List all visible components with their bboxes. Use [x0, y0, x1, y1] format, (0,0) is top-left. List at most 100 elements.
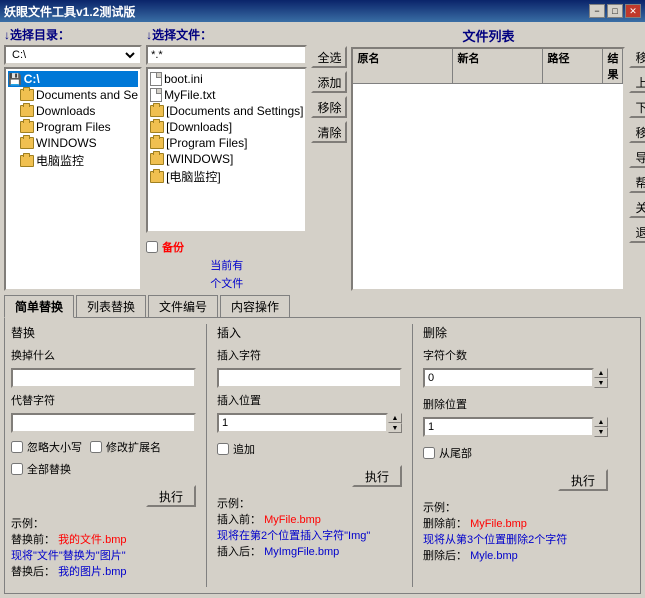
folder-icon — [20, 121, 34, 133]
dir-tree[interactable]: 💾 C:\ Documents and Se Downloads Program… — [4, 67, 142, 291]
file-panel-header: ↓选择文件： — [146, 26, 307, 43]
tab-content-op[interactable]: 内容操作 — [220, 295, 290, 318]
folder-icon — [150, 153, 164, 165]
delete-pos-spinbox[interactable]: ▲ ▼ — [423, 417, 608, 437]
backup-label: 备份 — [162, 239, 184, 255]
delete-count-spinbox[interactable]: ▲ ▼ — [423, 368, 608, 388]
folder-icon — [150, 171, 164, 183]
help-button[interactable]: 帮助 — [629, 171, 645, 193]
delete-count-up-btn[interactable]: ▲ — [594, 368, 608, 378]
minimize-button[interactable]: − — [589, 4, 605, 18]
delete-pos-down-btn[interactable]: ▼ — [594, 427, 608, 437]
select-all-button[interactable]: 全选 — [311, 46, 347, 68]
file-filter-input[interactable] — [146, 45, 307, 65]
all-replace-row[interactable]: 全部替换 — [11, 461, 196, 477]
append-row[interactable]: 追加 — [217, 441, 402, 457]
col-header-path: 路径 — [543, 49, 603, 83]
export-button[interactable]: 导出 — [629, 146, 645, 168]
all-replace-checkbox[interactable] — [11, 463, 23, 475]
dir-item-jdianjiankong[interactable]: 电脑监控 — [8, 151, 138, 170]
replace-what-input[interactable] — [11, 368, 196, 388]
delete-count-label: 字符个数 — [423, 347, 608, 363]
dir-item-program-files[interactable]: Program Files — [8, 119, 138, 135]
delete-count-input[interactable] — [423, 368, 594, 388]
delete-pos-label: 删除位置 — [423, 396, 608, 412]
folder-icon — [20, 89, 34, 101]
from-end-label: 从尾部 — [439, 445, 472, 461]
append-checkbox[interactable] — [217, 443, 229, 455]
file-item-downloads-folder[interactable]: [Downloads] — [150, 119, 303, 135]
tab-list-replace[interactable]: 列表替换 — [76, 295, 146, 318]
tab-simple-replace[interactable]: 简单替换 — [4, 295, 74, 318]
delete-section: 删除 字符个数 ▲ ▼ 删除位置 ▲ ▼ — [423, 324, 608, 587]
backup-checkbox[interactable] — [146, 241, 158, 253]
about-button[interactable]: 关于 — [629, 196, 645, 218]
replace-section: 替换 换掉什么 代替字符 忽略大小写 修改扩展名 — [11, 324, 196, 587]
drive-dropdown[interactable]: C:\ — [8, 48, 138, 62]
replace-with-input[interactable] — [11, 413, 196, 433]
file-item-bootini[interactable]: boot.ini — [150, 71, 303, 87]
dir-item-windows[interactable]: WINDOWS — [8, 135, 138, 151]
file-icon — [150, 88, 162, 102]
from-end-row[interactable]: 从尾部 — [423, 445, 608, 461]
add-button[interactable]: 添加 — [311, 71, 347, 93]
tab-content-area: 替换 换掉什么 代替字符 忽略大小写 修改扩展名 — [4, 317, 641, 594]
folder-icon — [20, 155, 34, 167]
move-up-button[interactable]: 上移 — [629, 71, 645, 93]
delete-count-down-btn[interactable]: ▼ — [594, 378, 608, 388]
insert-pos-down-btn[interactable]: ▼ — [388, 423, 402, 433]
folder-icon — [20, 105, 34, 117]
remove-button[interactable]: 移除 — [311, 96, 347, 118]
delete-exec-button[interactable]: 执行 — [558, 469, 608, 491]
file-item-myfile[interactable]: MyFile.txt — [150, 87, 303, 103]
exit-button[interactable]: 退出 — [629, 221, 645, 243]
file-table: 原名 新名 路径 结果 — [351, 47, 625, 291]
dir-item-root[interactable]: 💾 C:\ — [8, 71, 138, 87]
insert-char-label: 插入字符 — [217, 347, 402, 363]
modify-ext-row[interactable]: 修改扩展名 — [90, 439, 161, 455]
insert-exec-button[interactable]: 执行 — [352, 465, 402, 487]
append-label: 追加 — [233, 441, 255, 457]
move-down-button[interactable]: 下移 — [629, 96, 645, 118]
dir-item-downloads[interactable]: Downloads — [8, 103, 138, 119]
maximize-button[interactable]: □ — [607, 4, 623, 18]
folder-icon — [150, 105, 164, 117]
tab-file-number[interactable]: 文件编号 — [148, 295, 218, 318]
from-end-checkbox[interactable] — [423, 447, 435, 459]
replace-section-title: 替换 — [11, 324, 196, 341]
insert-pos-spinbox[interactable]: ▲ ▼ — [217, 413, 402, 433]
drive-selector[interactable]: C:\ — [4, 45, 142, 65]
folder-icon — [20, 137, 34, 149]
replace-what-label: 换掉什么 — [11, 347, 196, 363]
close-button[interactable]: ✕ — [625, 4, 641, 18]
clear-button[interactable]: 清除 — [311, 121, 347, 143]
backup-checkbox-row[interactable]: 备份 — [146, 239, 307, 255]
file-list[interactable]: boot.ini MyFile.txt [Documents and Setti… — [146, 67, 307, 233]
file-item-programfiles-folder[interactable]: [Program Files] — [150, 135, 303, 151]
ignore-case-row[interactable]: 忽略大小写 — [11, 439, 82, 455]
file-item-jiankong-folder[interactable]: [电脑监控] — [150, 167, 303, 186]
dir-item-documents[interactable]: Documents and Se — [8, 87, 138, 103]
insert-pos-up-btn[interactable]: ▲ — [388, 413, 402, 423]
file-item-documents-folder[interactable]: [Documents and Settings] — [150, 103, 303, 119]
move-bottom-button[interactable]: 移底 — [629, 121, 645, 143]
insert-example: 示例： 插入前： MyFile.bmp 现将在第2个位置插入字符"Img" 插入… — [217, 495, 402, 559]
col-header-newname: 新名 — [453, 49, 543, 83]
tab-bar[interactable]: 简单替换 列表替换 文件编号 内容操作 — [4, 294, 641, 317]
col-header-name: 原名 — [353, 49, 453, 83]
delete-pos-input[interactable] — [423, 417, 594, 437]
title-text: 妖眼文件工具v1.2测试版 — [4, 3, 135, 20]
file-item-windows-folder[interactable]: [WINDOWS] — [150, 151, 303, 167]
drive-icon: 💾 — [8, 73, 22, 86]
delete-pos-up-btn[interactable]: ▲ — [594, 417, 608, 427]
insert-char-input[interactable] — [217, 368, 402, 388]
replace-exec-button[interactable]: 执行 — [146, 485, 196, 507]
move-top-button[interactable]: 移顶 — [629, 46, 645, 68]
insert-section: 插入 插入字符 插入位置 ▲ ▼ 追加 — [217, 324, 402, 587]
title-bar[interactable]: 妖眼文件工具v1.2测试版 − □ ✕ — [0, 0, 645, 22]
current-count: 当前有 — [146, 257, 307, 273]
modify-ext-checkbox[interactable] — [90, 441, 102, 453]
ignore-case-checkbox[interactable] — [11, 441, 23, 453]
delete-section-title: 删除 — [423, 324, 608, 341]
insert-pos-input[interactable] — [217, 413, 388, 433]
